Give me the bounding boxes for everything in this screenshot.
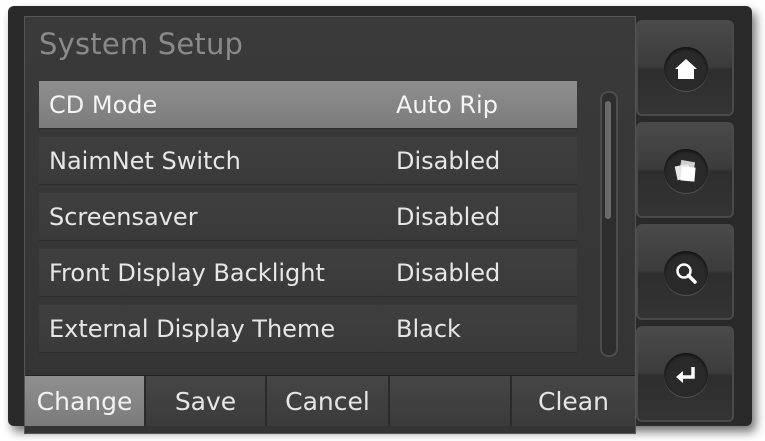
- setting-name: Front Display Backlight: [49, 258, 325, 287]
- setting-name: External Display Theme: [49, 314, 336, 343]
- bottom-action-bar: Change Save Cancel Clean: [25, 375, 635, 426]
- search-button[interactable]: [636, 224, 734, 320]
- setting-value: Disabled: [396, 146, 501, 175]
- scrollbar-thumb[interactable]: [605, 101, 611, 219]
- setup-screen: System Setup CD Mode Auto Rip NaimNet Sw…: [24, 16, 636, 434]
- search-icon: [664, 251, 708, 295]
- enter-button[interactable]: [636, 326, 734, 422]
- side-button-column: [636, 20, 736, 422]
- enter-icon: [664, 353, 708, 397]
- settings-row-cd-mode[interactable]: CD Mode Auto Rip: [39, 81, 577, 129]
- setting-value: Disabled: [396, 258, 501, 287]
- setting-value: Black: [396, 314, 461, 343]
- setting-name: NaimNet Switch: [49, 146, 241, 175]
- clean-button[interactable]: Clean: [512, 376, 635, 426]
- setting-name: Screensaver: [49, 202, 198, 231]
- setting-value: Disabled: [396, 202, 501, 231]
- settings-row-screensaver[interactable]: Screensaver Disabled: [39, 193, 577, 241]
- empty-button[interactable]: [390, 376, 512, 426]
- settings-row-external-display-theme[interactable]: External Display Theme Black: [39, 305, 577, 353]
- page-title: System Setup: [39, 27, 244, 61]
- albums-button[interactable]: [636, 122, 734, 218]
- settings-row-naimnet-switch[interactable]: NaimNet Switch Disabled: [39, 137, 577, 185]
- cancel-button[interactable]: Cancel: [267, 376, 390, 426]
- home-icon: [664, 47, 708, 91]
- settings-row-front-display-backlight[interactable]: Front Display Backlight Disabled: [39, 249, 577, 297]
- settings-list: CD Mode Auto Rip NaimNet Switch Disabled…: [39, 81, 577, 361]
- device-frame: System Setup CD Mode Auto Rip NaimNet Sw…: [8, 6, 752, 434]
- list-scrollbar[interactable]: [600, 91, 618, 357]
- change-button[interactable]: Change: [25, 376, 146, 426]
- albums-icon: [664, 149, 708, 193]
- setting-name: CD Mode: [49, 90, 158, 119]
- save-button[interactable]: Save: [146, 376, 267, 426]
- home-button[interactable]: [636, 20, 734, 116]
- setting-value: Auto Rip: [396, 90, 498, 119]
